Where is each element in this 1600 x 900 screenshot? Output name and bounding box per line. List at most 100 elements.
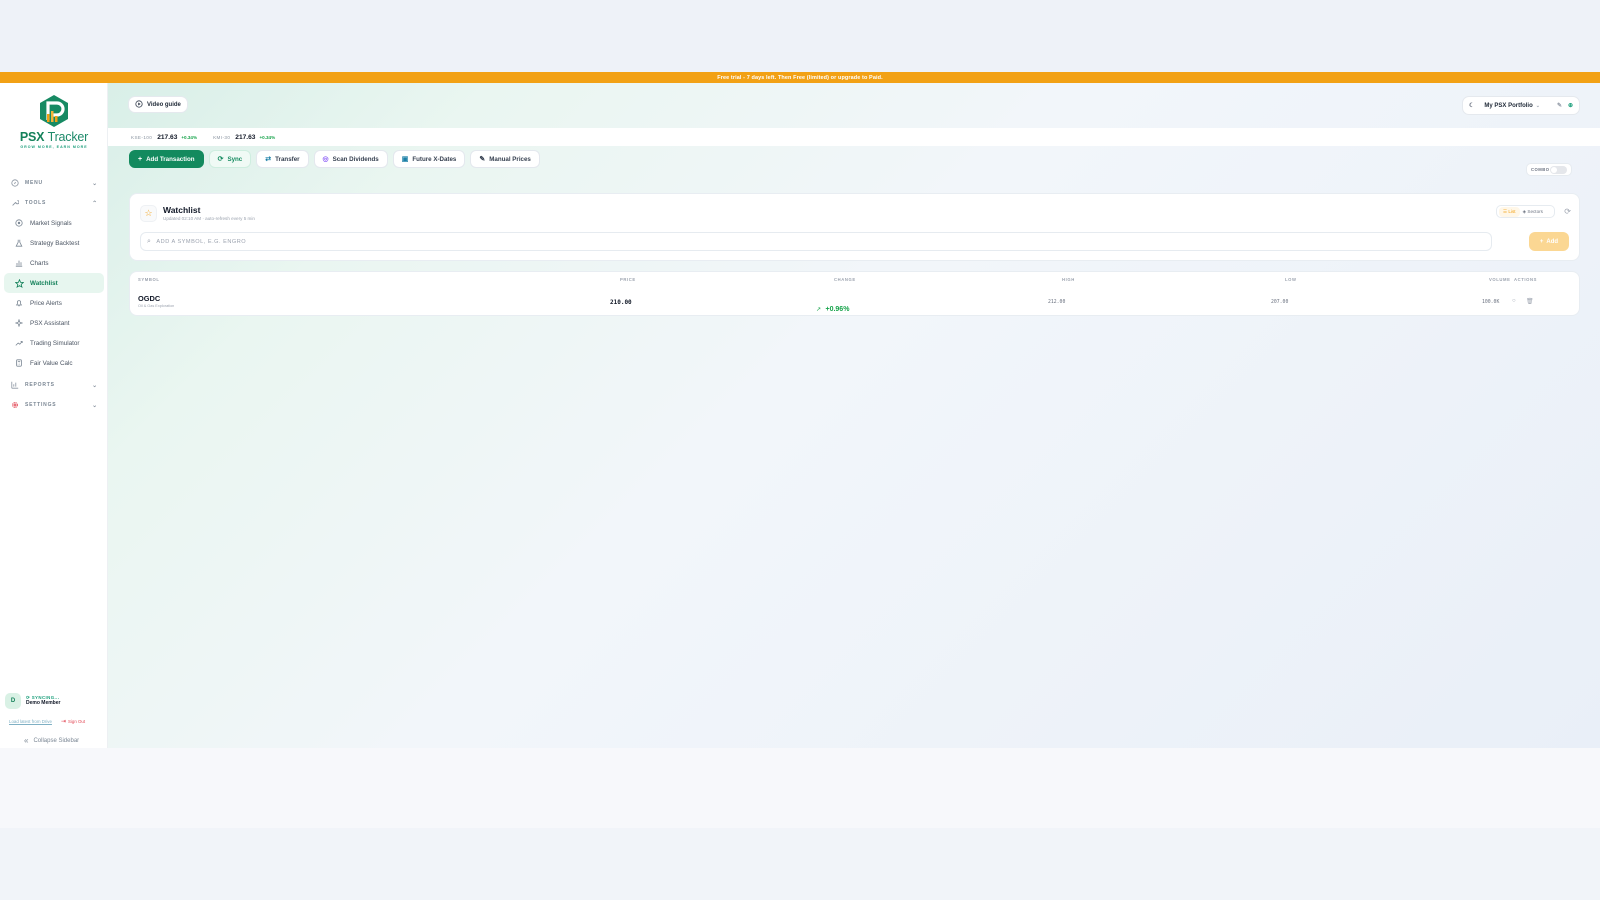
- symbol-search-input[interactable]: ⌕ ADD A SYMBOL, E.G. ENGRO: [140, 232, 1492, 251]
- column-header-price[interactable]: PRICE: [620, 277, 636, 282]
- add-transaction-button[interactable]: + Add Transaction: [129, 150, 204, 168]
- add-circle-icon[interactable]: ⊕: [1568, 102, 1573, 109]
- star-icon: ☆: [140, 205, 157, 222]
- high-cell: 212.00: [1048, 300, 1066, 305]
- sidebar-item-strategy-backtest[interactable]: Strategy Backtest: [4, 233, 104, 253]
- sidebar-item-psx-assistant[interactable]: PSX Assistant: [4, 313, 104, 333]
- nav-section-reports[interactable]: REPORTS ⌄: [0, 375, 108, 395]
- collapse-sidebar-label: Collapse Sidebar: [33, 737, 80, 744]
- chevron-down-icon: ⌄: [1535, 102, 1540, 109]
- table-header: SYMBOL PRICE CHANGE HIGH LOW VOLUME ACTI…: [130, 277, 1579, 287]
- sidebar-item-label: Strategy Backtest: [30, 239, 80, 247]
- trash-icon[interactable]: 🗑: [1526, 298, 1534, 305]
- sidebar-item-label: Price Alerts: [30, 299, 62, 307]
- alert-bell-icon[interactable]: ○: [1512, 298, 1516, 304]
- list-icon: ☰: [1503, 208, 1508, 214]
- watchlist-table: SYMBOL PRICE CHANGE HIGH LOW VOLUME ACTI…: [129, 271, 1580, 316]
- sync-button[interactable]: ⟳ Sync: [208, 150, 252, 168]
- manual-prices-button[interactable]: ✎ Manual Prices: [470, 150, 540, 168]
- transfer-label: Transfer: [275, 155, 300, 163]
- edit-pencil-icon[interactable]: ✎: [1557, 102, 1562, 109]
- scan-dividends-button[interactable]: ◎ Scan Dividends: [313, 150, 388, 168]
- nav-section-menu[interactable]: MENU ⌄: [0, 173, 108, 193]
- sidebar-item-fair-value-calc[interactable]: Fair Value Calc: [4, 353, 104, 373]
- logo-mark-icon: [38, 94, 70, 128]
- ticker-symbol: KMI-30: [213, 134, 231, 140]
- future-xdates-label: Future X-Dates: [412, 155, 457, 163]
- report-chart-icon: [10, 381, 19, 390]
- chevron-up-icon: ⌃: [92, 200, 98, 207]
- sidebar-item-label: Watchlist: [30, 279, 58, 287]
- column-header-actions: ACTIONS: [1514, 277, 1538, 282]
- add-transaction-label: Add Transaction: [146, 155, 195, 163]
- column-header-high[interactable]: HIGH: [1062, 277, 1075, 282]
- sync-label: Sync: [227, 155, 243, 163]
- sidebar-item-label: Fair Value Calc: [30, 359, 73, 367]
- brand-name-tracker: Tracker: [47, 130, 89, 144]
- star-icon: [14, 278, 24, 288]
- combo-toggle[interactable]: COMBO: [1526, 163, 1572, 176]
- low-cell: 207.00: [1271, 300, 1289, 305]
- ticker-change: +0.34%: [259, 134, 276, 140]
- brand-tagline: GROW MORE, EARN MORE: [20, 145, 88, 149]
- pencil-icon: ✎: [479, 156, 486, 163]
- future-xdates-button[interactable]: ▣ Future X-Dates: [392, 150, 466, 168]
- sidebar-item-price-alerts[interactable]: Price Alerts: [4, 293, 104, 313]
- view-list-label: List: [1508, 208, 1516, 214]
- sidebar-item-trading-simulator[interactable]: Trading Simulator: [4, 333, 104, 353]
- ticker-symbol: KSE-100: [131, 134, 153, 140]
- column-header-symbol[interactable]: SYMBOL: [138, 277, 160, 282]
- bell-icon: [14, 298, 24, 308]
- portfolio-selector[interactable]: ☾ My PSX Portfolio ⌄ ✎ ⊕: [1462, 96, 1580, 115]
- symbol-name[interactable]: OGDC: [138, 294, 174, 303]
- ticker-value: 217.63: [157, 133, 178, 141]
- view-switcher: ☰ List ◈ Sectors: [1496, 205, 1555, 218]
- collapse-sidebar-button[interactable]: « Collapse Sidebar: [24, 736, 79, 745]
- scan-dividends-label: Scan Dividends: [332, 155, 379, 163]
- search-placeholder: ADD A SYMBOL, E.G. ENGRO: [156, 238, 247, 245]
- chevron-down-icon: ⌄: [92, 382, 98, 389]
- refresh-icon[interactable]: ⟳: [1564, 207, 1571, 216]
- change-cell: ↗ +0.96%: [816, 298, 849, 316]
- sidebar-item-market-signals[interactable]: Market Signals: [4, 213, 104, 233]
- ticker-value: 217.63: [235, 133, 256, 141]
- user-profile[interactable]: D ⟳ SYNCING... Demo Member: [5, 692, 103, 710]
- bar-chart-icon: [14, 258, 24, 268]
- table-row[interactable]: OGDC Oil & Gas Exploration 210.00 ↗ +0.9…: [130, 292, 1579, 314]
- view-sectors-button[interactable]: ◈ Sectors: [1520, 207, 1546, 217]
- sidebar-item-charts[interactable]: Charts: [4, 253, 104, 273]
- view-list-button[interactable]: ☰ List: [1499, 206, 1520, 217]
- logo[interactable]: PSX Tracker GROW MORE, EARN MORE: [0, 94, 108, 149]
- column-header-low[interactable]: LOW: [1285, 277, 1297, 282]
- trial-banner-text: Free trial - 7 days left. Then Free (lim…: [717, 74, 883, 81]
- sidebar-item-watchlist[interactable]: Watchlist: [4, 273, 104, 293]
- video-guide-label: Video guide: [147, 101, 181, 108]
- nav-section-settings-label: SETTINGS: [25, 402, 57, 408]
- sparkle-icon: [14, 318, 24, 328]
- brand-name: PSX Tracker: [0, 130, 108, 144]
- chevron-down-icon: ⌄: [92, 180, 98, 187]
- ticker-item: KMI-30 217.63 +0.34%: [213, 134, 275, 141]
- toggle-switch[interactable]: [1550, 165, 1567, 174]
- change-value: +0.96%: [825, 306, 850, 313]
- column-header-volume[interactable]: VOLUME: [1489, 277, 1511, 282]
- nav-section-settings[interactable]: SETTINGS ⌄: [0, 395, 108, 415]
- sidebar-item-label: Market Signals: [30, 219, 72, 227]
- add-symbol-label: Add: [1546, 238, 1559, 245]
- app-window: Free trial - 7 days left. Then Free (lim…: [0, 72, 1600, 748]
- column-header-change[interactable]: CHANGE: [834, 277, 856, 282]
- sign-out-button[interactable]: ⇥ Sign Out: [61, 718, 85, 725]
- sidebar-item-label: Trading Simulator: [30, 339, 80, 347]
- volume-cell: 100.0K: [1482, 300, 1500, 305]
- plus-icon: +: [138, 155, 143, 163]
- moon-icon[interactable]: ☾: [1469, 102, 1474, 109]
- layers-icon: ◈: [1522, 208, 1527, 214]
- load-drive-link[interactable]: Load latest from Drive: [9, 719, 52, 724]
- add-symbol-button[interactable]: + Add: [1529, 232, 1569, 251]
- compass-icon: [10, 179, 19, 188]
- transfer-button[interactable]: ⇄ Transfer: [256, 150, 309, 168]
- nav-section-tools[interactable]: TOOLS ⌃: [0, 193, 108, 213]
- video-guide-button[interactable]: Video guide: [128, 96, 188, 113]
- trend-up-icon: ↗: [816, 307, 822, 313]
- sign-out-icon: ⇥: [60, 719, 66, 725]
